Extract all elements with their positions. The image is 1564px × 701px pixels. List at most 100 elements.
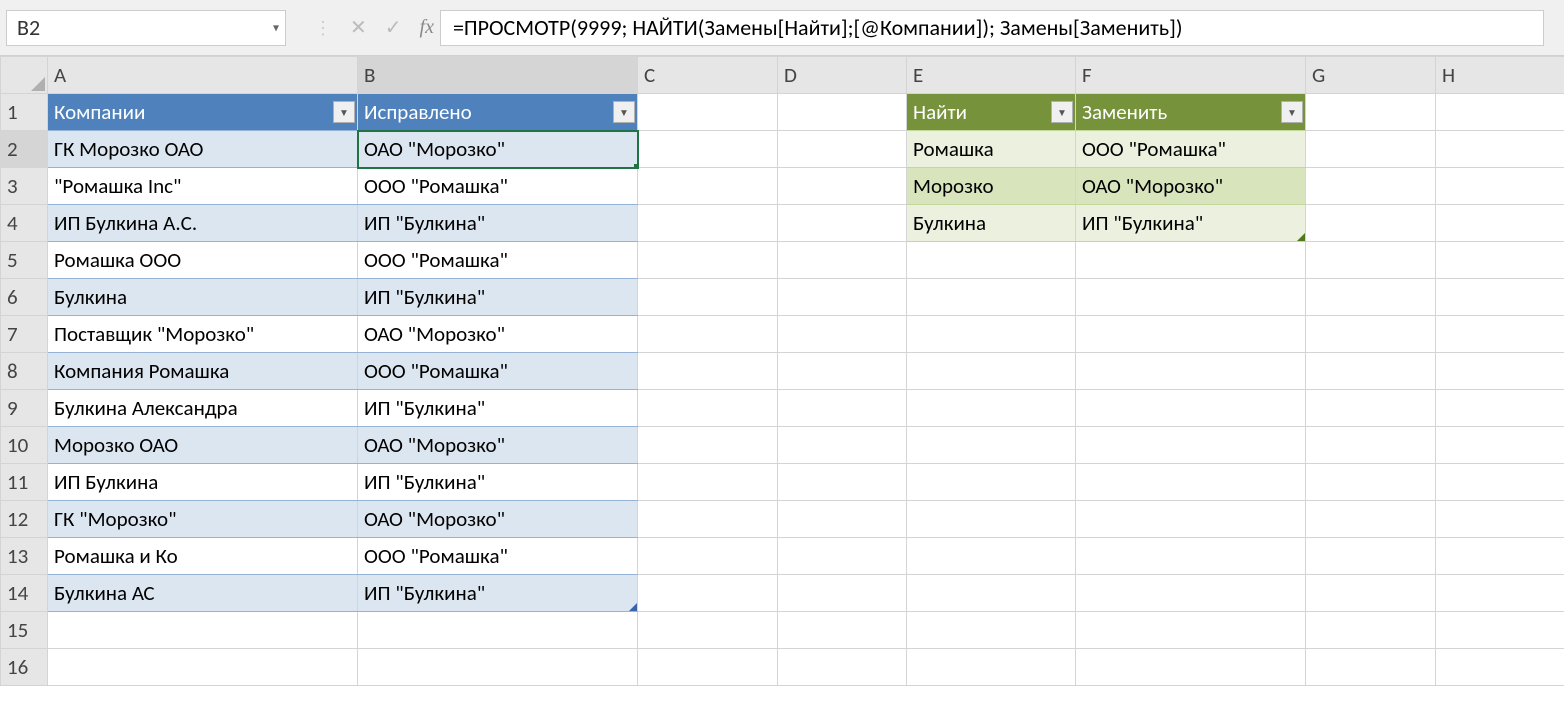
- table2-header-find[interactable]: Найти ▼: [907, 94, 1076, 131]
- cell-B13[interactable]: ООО "Ромашка": [358, 538, 638, 575]
- cell[interactable]: [778, 390, 907, 427]
- cell[interactable]: [1076, 464, 1306, 501]
- cell-F4[interactable]: ИП "Булкина": [1076, 205, 1306, 242]
- cell[interactable]: [638, 612, 778, 649]
- row-header-15[interactable]: 15: [1, 612, 48, 649]
- cell[interactable]: [1436, 612, 1564, 649]
- cell[interactable]: [1306, 131, 1436, 168]
- cell[interactable]: [638, 501, 778, 538]
- cell[interactable]: [1436, 575, 1564, 612]
- name-box[interactable]: B2 ▾: [6, 10, 286, 46]
- cell-B11[interactable]: ИП "Булкина": [358, 464, 638, 501]
- cell-A10[interactable]: Морозко ОАО: [48, 427, 358, 464]
- col-header-E[interactable]: E: [907, 57, 1076, 94]
- cell[interactable]: [1436, 279, 1564, 316]
- cell[interactable]: [48, 649, 358, 686]
- cell[interactable]: [1076, 353, 1306, 390]
- cell[interactable]: [638, 131, 778, 168]
- col-header-F[interactable]: F: [1076, 57, 1306, 94]
- cell-B3[interactable]: ООО "Ромашка": [358, 168, 638, 205]
- cell-B10[interactable]: ОАО "Морозко": [358, 427, 638, 464]
- cell[interactable]: [778, 612, 907, 649]
- cell[interactable]: [778, 464, 907, 501]
- cell-F3[interactable]: ОАО "Морозко": [1076, 168, 1306, 205]
- cell[interactable]: [907, 612, 1076, 649]
- select-all-corner[interactable]: [1, 57, 48, 94]
- col-header-H[interactable]: H: [1436, 57, 1564, 94]
- cell[interactable]: [907, 316, 1076, 353]
- cell[interactable]: [48, 612, 358, 649]
- cell[interactable]: [638, 649, 778, 686]
- table2-header-replace[interactable]: Заменить ▼: [1076, 94, 1306, 131]
- cell[interactable]: [638, 427, 778, 464]
- cell[interactable]: [1436, 427, 1564, 464]
- cell-A11[interactable]: ИП Булкина: [48, 464, 358, 501]
- cell[interactable]: [1076, 279, 1306, 316]
- row-header-2[interactable]: 2: [1, 131, 48, 168]
- filter-button-icon[interactable]: ▼: [1051, 101, 1073, 123]
- cell[interactable]: [1076, 427, 1306, 464]
- cell-A2[interactable]: ГК Морозко ОАО: [48, 131, 358, 168]
- cell-A7[interactable]: Поставщик "Морозко": [48, 316, 358, 353]
- cell-A4[interactable]: ИП Булкина А.С.: [48, 205, 358, 242]
- filter-button-icon[interactable]: ▼: [613, 101, 635, 123]
- cell-A13[interactable]: Ромашка и Ко: [48, 538, 358, 575]
- cell[interactable]: [907, 390, 1076, 427]
- cell[interactable]: [1306, 427, 1436, 464]
- cell-A14[interactable]: Булкина АС: [48, 575, 358, 612]
- cell[interactable]: [907, 279, 1076, 316]
- row-header-9[interactable]: 9: [1, 390, 48, 427]
- cell[interactable]: [638, 390, 778, 427]
- row-header-4[interactable]: 4: [1, 205, 48, 242]
- cell[interactable]: [1436, 538, 1564, 575]
- cell[interactable]: [778, 316, 907, 353]
- cell[interactable]: [907, 575, 1076, 612]
- cell-B9[interactable]: ИП "Булкина": [358, 390, 638, 427]
- cell-B2[interactable]: ОАО "Морозко": [358, 131, 638, 168]
- cell[interactable]: [638, 464, 778, 501]
- cell[interactable]: [638, 353, 778, 390]
- cell-B4[interactable]: ИП "Булкина": [358, 205, 638, 242]
- cell[interactable]: [1076, 316, 1306, 353]
- cell[interactable]: [638, 279, 778, 316]
- row-header-13[interactable]: 13: [1, 538, 48, 575]
- spreadsheet-grid[interactable]: A B C D E F G H 1 Компании ▼ Исправлено …: [0, 56, 1564, 686]
- cell[interactable]: [638, 316, 778, 353]
- table1-header-fixed[interactable]: Исправлено ▼: [358, 94, 638, 131]
- cell[interactable]: [1306, 649, 1436, 686]
- cell-A8[interactable]: Компания Ромашка: [48, 353, 358, 390]
- cell[interactable]: [1306, 575, 1436, 612]
- cell[interactable]: [1306, 205, 1436, 242]
- cell[interactable]: [1306, 94, 1436, 131]
- cell[interactable]: [1076, 242, 1306, 279]
- cell[interactable]: [778, 649, 907, 686]
- cell-B6[interactable]: ИП "Булкина": [358, 279, 638, 316]
- row-header-12[interactable]: 12: [1, 501, 48, 538]
- cell[interactable]: [907, 427, 1076, 464]
- cell[interactable]: [778, 575, 907, 612]
- cell[interactable]: [907, 464, 1076, 501]
- cell[interactable]: [1436, 94, 1564, 131]
- col-header-C[interactable]: C: [638, 57, 778, 94]
- cell[interactable]: [907, 538, 1076, 575]
- cell[interactable]: [1306, 501, 1436, 538]
- row-header-3[interactable]: 3: [1, 168, 48, 205]
- cell[interactable]: [1436, 501, 1564, 538]
- cell[interactable]: [1076, 390, 1306, 427]
- cell[interactable]: [1306, 390, 1436, 427]
- cell[interactable]: [1306, 464, 1436, 501]
- cell[interactable]: [1076, 612, 1306, 649]
- cell[interactable]: [907, 501, 1076, 538]
- cell[interactable]: [1306, 538, 1436, 575]
- cell-B7[interactable]: ОАО "Морозко": [358, 316, 638, 353]
- cell[interactable]: [1436, 464, 1564, 501]
- cell[interactable]: [638, 242, 778, 279]
- cell[interactable]: [1436, 242, 1564, 279]
- cell-A5[interactable]: Ромашка ООО: [48, 242, 358, 279]
- cell[interactable]: [778, 94, 907, 131]
- row-header-7[interactable]: 7: [1, 316, 48, 353]
- cell-F2[interactable]: ООО "Ромашка": [1076, 131, 1306, 168]
- formula-input[interactable]: =ПРОСМОТР(9999; НАЙТИ(Замены[Найти];[@Ко…: [440, 10, 1544, 46]
- cell[interactable]: [1306, 612, 1436, 649]
- cell[interactable]: [1436, 390, 1564, 427]
